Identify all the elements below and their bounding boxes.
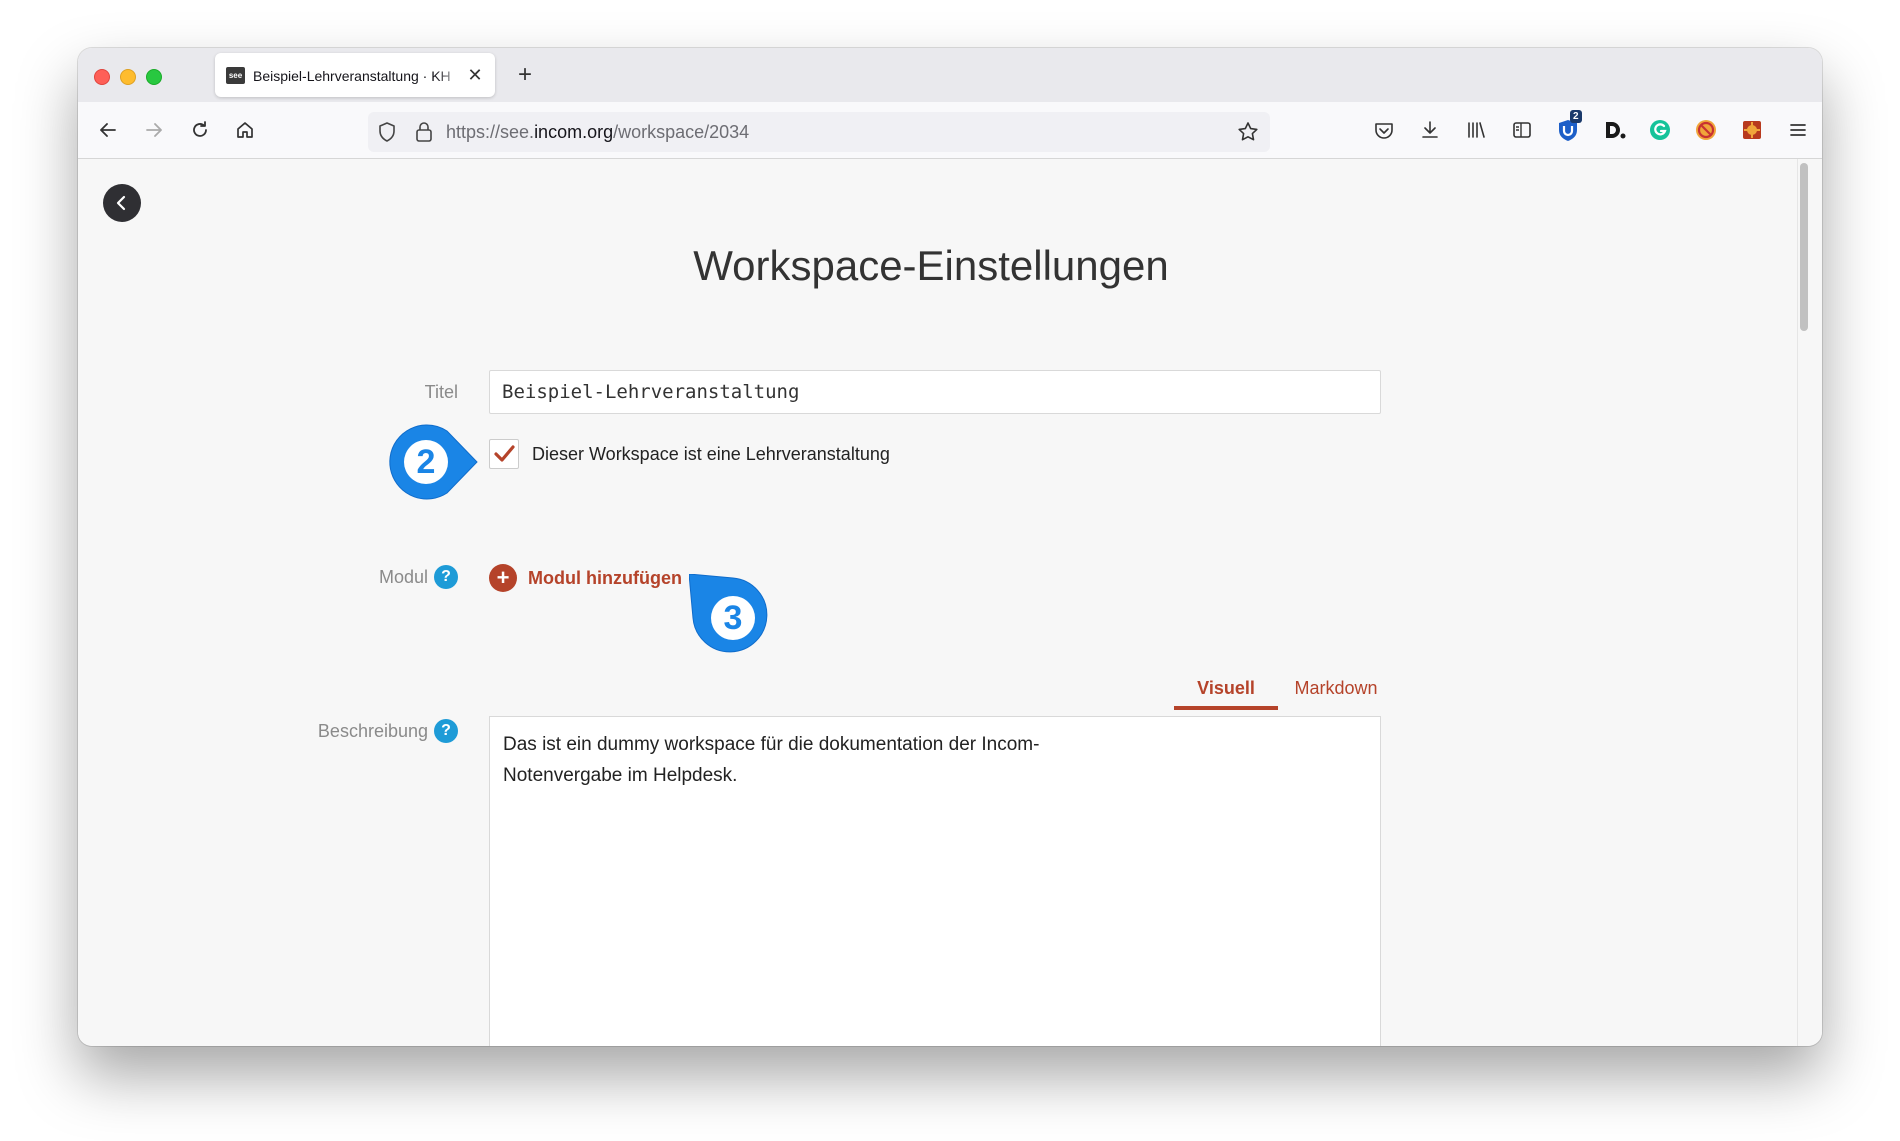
title-input[interactable]: Beispiel-Lehrveranstaltung — [489, 370, 1381, 414]
add-module-button[interactable]: + Modul hinzufügen — [489, 563, 682, 593]
checkbox-label[interactable]: Dieser Workspace ist eine Lehrveranstalt… — [532, 442, 890, 466]
maximize-window-button[interactable] — [146, 69, 162, 85]
reload-icon[interactable] — [184, 114, 216, 146]
description-text: Das ist ein dummy workspace für die doku… — [503, 734, 1040, 786]
lehrveranstaltung-checkbox[interactable] — [489, 439, 519, 469]
url-bar[interactable]: https://see.incom.org/workspace/2034 — [368, 112, 1270, 152]
callout-2-number: 2 — [404, 440, 448, 484]
close-window-button[interactable] — [94, 69, 110, 85]
grammarly-extension-icon[interactable] — [1644, 114, 1676, 146]
page-title: Workspace-Einstellungen — [693, 242, 1169, 289]
titel-label: Titel — [424, 382, 458, 402]
tracking-shield-icon[interactable] — [376, 121, 398, 148]
library-icon[interactable] — [1460, 114, 1492, 146]
chevron-left-icon — [116, 195, 126, 211]
new-tab-button[interactable]: + — [510, 60, 540, 90]
tab-markdown[interactable]: Markdown — [1284, 674, 1388, 710]
tab-close-icon[interactable]: ✕ — [463, 63, 487, 87]
back-arrow-icon[interactable] — [92, 114, 124, 146]
callout-2: 2 — [385, 421, 478, 503]
nav-toolbar: https://see.incom.org/workspace/2034 2 — [78, 102, 1822, 159]
browser-tab[interactable]: see Beispiel-Lehrveranstaltung · KH ✕ — [215, 53, 495, 97]
plus-icon: + — [489, 564, 517, 592]
scrollbar[interactable] — [1797, 159, 1810, 1046]
password-manager-extension-icon[interactable]: 2 — [1552, 110, 1584, 146]
forward-arrow-icon[interactable] — [138, 114, 170, 146]
see-favicon-icon: see — [226, 67, 245, 84]
extension-badge: 2 — [1570, 110, 1582, 123]
description-editor[interactable]: Das ist ein dummy workspace für die doku… — [489, 716, 1381, 1046]
lock-icon[interactable] — [414, 121, 434, 148]
tab-title: Beispiel-Lehrveranstaltung · KH — [253, 68, 451, 84]
tab-title-fade — [435, 63, 465, 89]
url-path: /workspace/2034 — [613, 122, 750, 142]
checkmark-icon — [494, 445, 515, 462]
cookie-extension-icon[interactable] — [1736, 114, 1768, 146]
add-module-label: Modul hinzufügen — [528, 567, 682, 588]
minimize-window-button[interactable] — [120, 69, 136, 85]
modul-label: Modul — [378, 567, 428, 587]
page-content: Workspace-Einstellungen Titel Beispiel-L… — [78, 159, 1822, 1046]
scrollbar-thumb[interactable] — [1800, 163, 1808, 331]
sidebar-icon[interactable] — [1506, 114, 1538, 146]
back-button[interactable] — [103, 184, 141, 222]
pocket-icon[interactable] — [1368, 114, 1400, 146]
bookmark-star-icon[interactable] — [1236, 120, 1260, 149]
beschreibung-help-icon[interactable]: ? — [434, 719, 458, 743]
beschreibung-label: Beschreibung — [317, 721, 428, 741]
deepl-extension-icon[interactable] — [1598, 114, 1630, 146]
url-prefix: https://see. — [446, 122, 535, 142]
hamburger-menu-icon[interactable] — [1782, 114, 1814, 146]
modul-help-icon[interactable]: ? — [434, 565, 458, 589]
url-domain: incom.org — [534, 122, 614, 142]
tab-visuell[interactable]: Visuell — [1174, 674, 1278, 710]
tab-strip: see Beispiel-Lehrveranstaltung · KH ✕ + — [78, 48, 1822, 102]
downloads-icon[interactable] — [1414, 114, 1446, 146]
url-text[interactable]: https://see.incom.org/workspace/2034 — [446, 121, 749, 143]
home-icon[interactable] — [229, 114, 261, 146]
blocker-extension-icon[interactable] — [1690, 114, 1722, 146]
callout-3-number: 3 — [711, 596, 755, 640]
callout-3: 3 — [689, 574, 771, 656]
browser-window: see Beispiel-Lehrveranstaltung · KH ✕ + — [78, 48, 1822, 1046]
